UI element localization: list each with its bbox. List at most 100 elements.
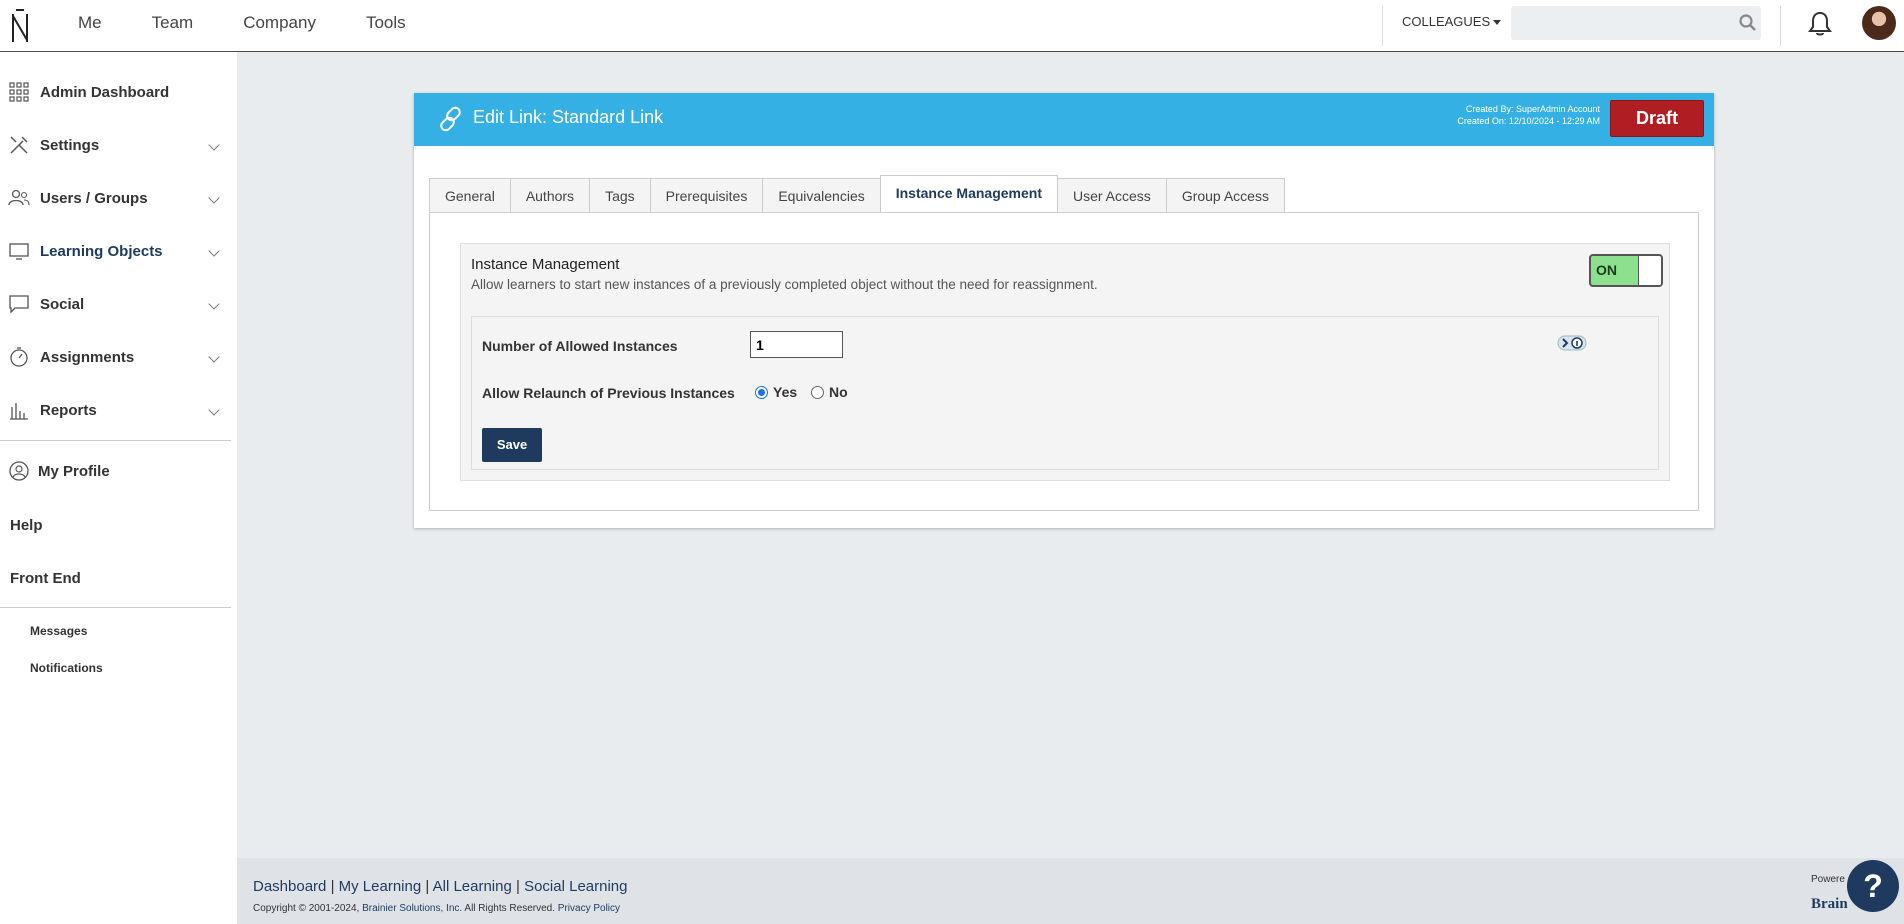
instance-management-section: Instance Management Allow learners to st… <box>460 243 1670 481</box>
created-by: Created By: SuperAdmin Account <box>1465 104 1600 114</box>
save-button[interactable]: Save <box>482 428 542 462</box>
created-info: Created By: SuperAdmin Account Created O… <box>1457 103 1600 127</box>
company-link[interactable]: Brainier Solutions, Inc. <box>362 903 462 914</box>
tab-user-access[interactable]: User Access <box>1057 178 1167 213</box>
section-description: Allow learners to start new instances of… <box>471 277 1098 292</box>
footer-link-dashboard[interactable]: Dashboard <box>253 878 326 895</box>
top-nav-tools[interactable]: Tools <box>366 13 406 33</box>
sidebar-divider <box>0 440 231 441</box>
monitor-icon <box>9 243 29 260</box>
chevron-down-icon <box>208 404 220 416</box>
sidebar-item-label: My Profile <box>38 462 110 480</box>
sidebar-divider <box>0 607 231 608</box>
relaunch-label: Allow Relaunch of Previous Instances <box>482 385 735 401</box>
search-icon[interactable] <box>1738 13 1758 33</box>
edit-link-panel: Edit Link: Standard Link Created By: Sup… <box>414 93 1714 528</box>
bell-icon[interactable] <box>1806 10 1834 38</box>
colleagues-dropdown[interactable]: COLLEAGUES <box>1402 14 1502 29</box>
sidebar-item-users-groups[interactable]: Users / Groups <box>0 178 232 218</box>
tab-prerequisites[interactable]: Prerequisites <box>649 178 764 213</box>
rights-text: All Rights Reserved. <box>462 903 558 914</box>
sidebar-item-front-end[interactable]: Front End <box>0 558 232 598</box>
sidebar-item-label: Social <box>40 295 85 313</box>
relaunch-yes-radio[interactable] <box>755 386 768 399</box>
relaunch-no-label: No <box>829 384 848 400</box>
relaunch-yes-label: Yes <box>773 384 798 400</box>
footer-links: Dashboard | My Learning | All Learning |… <box>253 878 627 895</box>
sidebar-item-settings[interactable]: Settings <box>0 125 232 165</box>
instance-management-toggle[interactable]: ON <box>1589 254 1663 287</box>
help-button[interactable]: ? <box>1847 860 1899 912</box>
section-title: Instance Management <box>471 256 620 273</box>
toggle-label: ON <box>1596 262 1617 278</box>
users-icon <box>8 189 30 206</box>
tools-icon <box>10 136 28 154</box>
colleagues-label: COLLEAGUES <box>1402 14 1491 29</box>
top-bar: Me Team Company Tools COLLEAGUES <box>0 0 1904 52</box>
sidebar-item-my-profile[interactable]: My Profile <box>0 451 232 491</box>
sidebar-item-label: Admin Dashboard <box>40 83 170 101</box>
tab-tags[interactable]: Tags <box>589 178 651 213</box>
toggle-knob <box>1638 256 1661 285</box>
sidebar-item-label: Front End <box>10 569 81 587</box>
chevron-down-icon <box>208 245 220 257</box>
tab-authors[interactable]: Authors <box>509 178 591 213</box>
user-circle-icon <box>9 461 29 481</box>
sidebar-item-help[interactable]: Help <box>0 505 232 545</box>
sidebar-item-label: Assignments <box>40 348 135 366</box>
copyright-prefix: Copyright © 2001-2024, <box>253 903 363 914</box>
powered-by: Powere <box>1811 874 1845 885</box>
tab-group-access[interactable]: Group Access <box>1165 178 1285 213</box>
info-icon[interactable] <box>1557 335 1587 351</box>
avatar[interactable] <box>1862 6 1896 40</box>
separator: | <box>330 878 335 895</box>
divider <box>1780 6 1781 46</box>
top-nav-me[interactable]: Me <box>78 13 102 33</box>
top-nav: Me Team Company Tools <box>78 0 456 46</box>
divider <box>1382 6 1383 46</box>
panel-header: Edit Link: Standard Link Created By: Sup… <box>414 93 1714 146</box>
sidebar-item-assignments[interactable]: Assignments <box>0 337 232 377</box>
grid-icon <box>9 82 29 102</box>
search-input[interactable] <box>1511 6 1761 40</box>
copyright: Copyright © 2001-2024, Brainier Solution… <box>253 903 620 914</box>
separator: | <box>425 878 430 895</box>
instance-settings-form: Number of Allowed Instances Allow Relaun… <box>471 316 1659 470</box>
chevron-down-icon <box>208 351 220 363</box>
sidebar-item-notifications[interactable]: Notifications <box>30 661 103 675</box>
tab-instance-management[interactable]: Instance Management <box>879 175 1058 213</box>
brand-logo-icon[interactable] <box>10 6 32 44</box>
created-on: Created On: 12/10/2024 - 12:29 AM <box>1457 116 1600 126</box>
top-nav-company[interactable]: Company <box>243 13 316 33</box>
brand-logo[interactable]: Brain <box>1811 896 1848 913</box>
tab-equivalencies[interactable]: Equivalencies <box>762 178 881 213</box>
allowed-instances-input[interactable] <box>750 331 843 358</box>
footer: Dashboard | My Learning | All Learning |… <box>237 858 1904 924</box>
bar-chart-icon <box>10 403 28 420</box>
allowed-instances-label: Number of Allowed Instances <box>482 338 678 354</box>
sidebar-item-label: Learning Objects <box>40 242 163 260</box>
sidebar-item-label: Help <box>10 516 43 534</box>
link-icon <box>440 106 461 132</box>
caret-down-icon <box>1493 20 1502 26</box>
footer-link-my-learning[interactable]: My Learning <box>339 878 422 895</box>
tab-content: Instance Management Allow learners to st… <box>429 212 1699 511</box>
sidebar-item-admin-dashboard[interactable]: Admin Dashboard <box>0 72 232 112</box>
sidebar-item-messages[interactable]: Messages <box>30 624 87 638</box>
footer-link-social-learning[interactable]: Social Learning <box>524 878 627 895</box>
chat-icon <box>9 295 29 314</box>
privacy-policy-link[interactable]: Privacy Policy <box>558 903 620 914</box>
footer-link-all-learning[interactable]: All Learning <box>433 878 512 895</box>
stopwatch-icon <box>10 347 28 367</box>
top-nav-team[interactable]: Team <box>152 13 194 33</box>
sidebar-item-social[interactable]: Social <box>0 284 232 324</box>
tab-general[interactable]: General <box>429 178 511 213</box>
relaunch-no-radio[interactable] <box>811 386 824 399</box>
page-title: Edit Link: Standard Link <box>473 107 664 127</box>
draft-status-button[interactable]: Draft <box>1610 100 1704 137</box>
chevron-down-icon <box>208 192 220 204</box>
separator: | <box>516 878 520 895</box>
sidebar-item-reports[interactable]: Reports <box>0 390 232 430</box>
sidebar-item-learning-objects[interactable]: Learning Objects <box>0 231 232 271</box>
chevron-down-icon <box>208 298 220 310</box>
